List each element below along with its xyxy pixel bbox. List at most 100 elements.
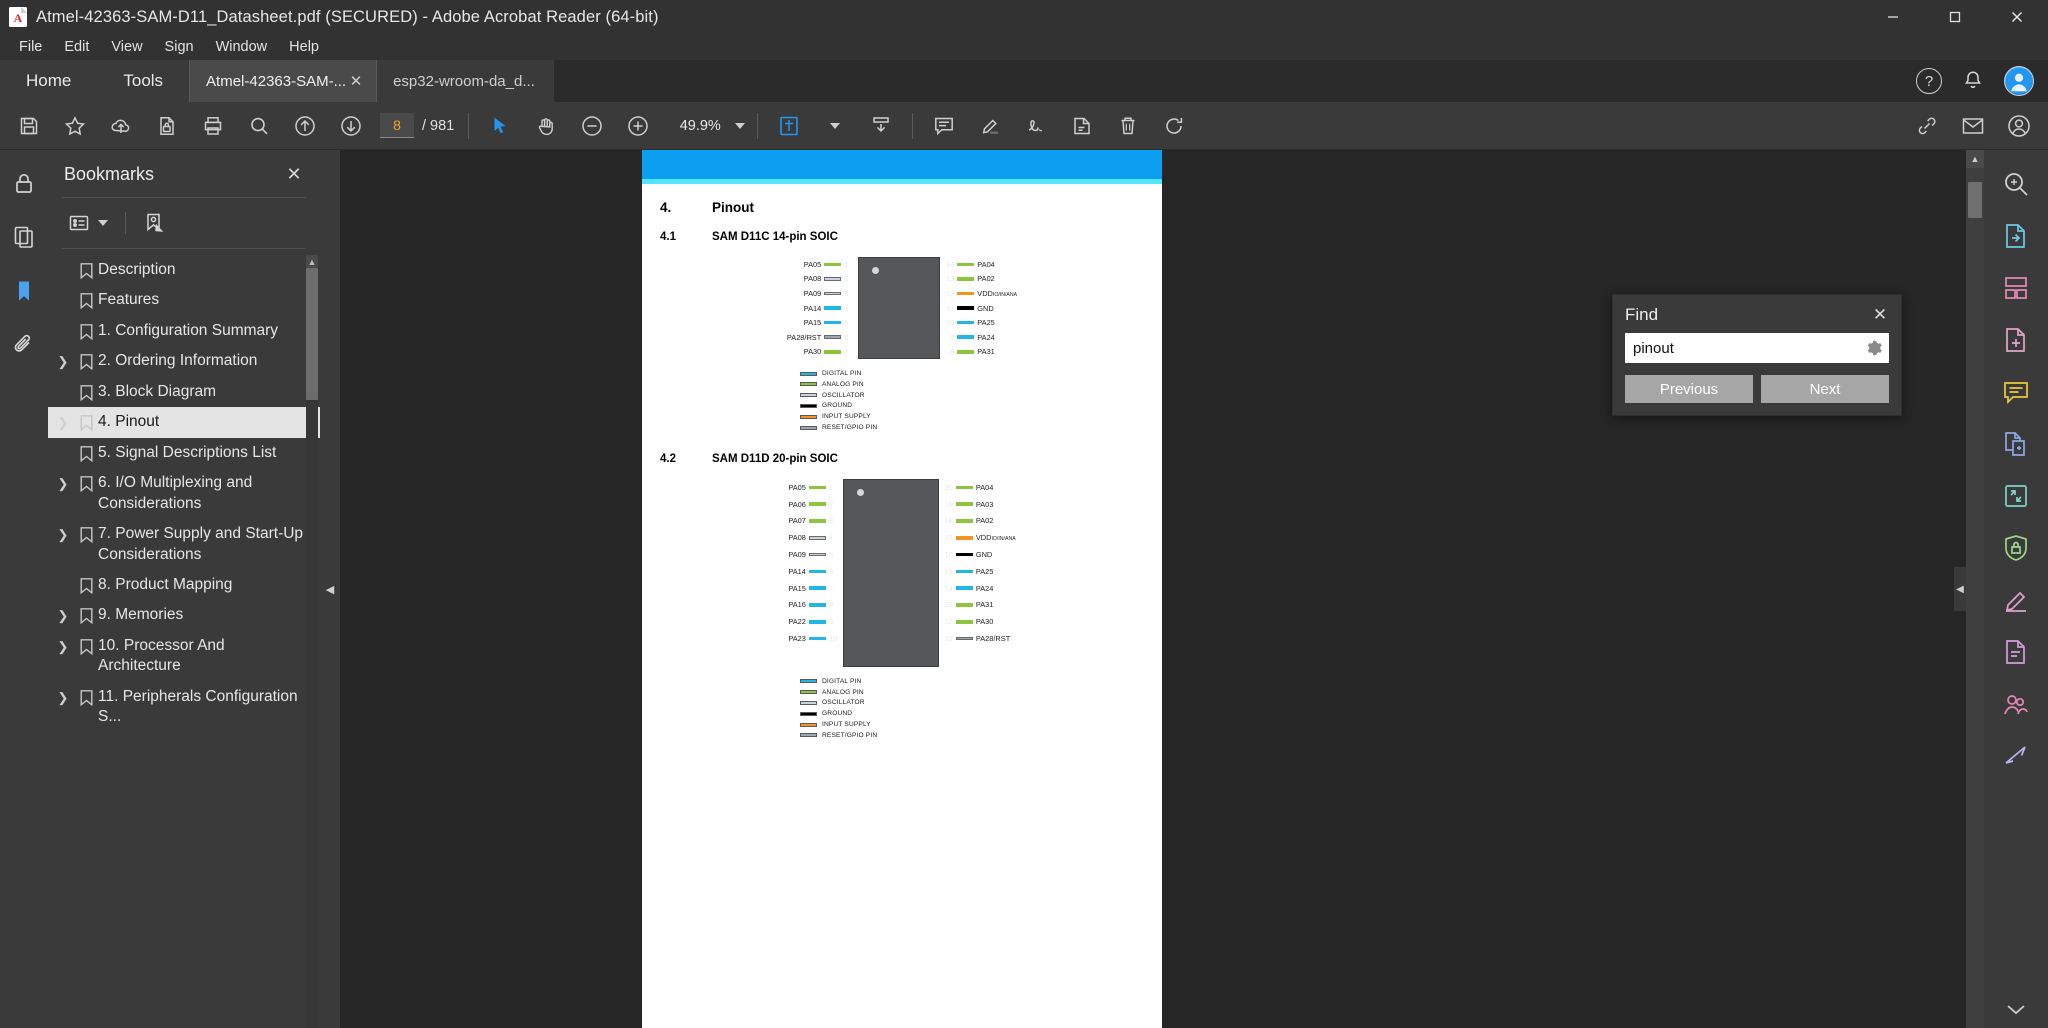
bookmark-item[interactable]: Description xyxy=(48,255,320,285)
find-input[interactable] xyxy=(1633,339,1865,357)
pdf-viewer[interactable]: 4. Pinout 4.1 SAM D11C 14-pin SOIC PA05 1… xyxy=(340,150,1984,1028)
zoom-preset-caret-icon[interactable] xyxy=(812,106,858,146)
scroll-up-icon[interactable]: ▲ xyxy=(1966,150,1984,168)
document-tab-esp32[interactable]: esp32-wroom-da_d... xyxy=(376,60,555,102)
zoom-control[interactable]: 49.9% xyxy=(669,118,746,134)
select-tool-icon[interactable] xyxy=(477,106,523,146)
menu-window[interactable]: Window xyxy=(205,36,279,58)
tab-home[interactable]: Home xyxy=(0,60,97,102)
lock-icon[interactable] xyxy=(7,166,41,200)
search-enhanced-icon[interactable] xyxy=(1996,164,2036,204)
find-next-button[interactable]: Next xyxy=(1761,375,1889,403)
print-icon[interactable] xyxy=(190,106,236,146)
secure-document-icon[interactable] xyxy=(144,106,190,146)
more-tools-icon[interactable] xyxy=(2003,999,2029,1028)
viewer-scrollbar[interactable]: ▲ xyxy=(1966,150,1984,1028)
panel-collapse-handle[interactable]: ◀ xyxy=(320,150,340,1028)
expand-chevron-icon[interactable]: ❯ xyxy=(52,687,74,706)
bookmarks-icon[interactable] xyxy=(7,274,41,308)
highlight-icon[interactable] xyxy=(967,106,1013,146)
link-icon[interactable] xyxy=(1904,106,1950,146)
notification-bell-icon[interactable] xyxy=(1962,69,1984,94)
bookmarks-list[interactable]: Description Features 1. Configuration Su… xyxy=(48,249,320,1028)
bookmark-item[interactable]: ❯ 9. Memories xyxy=(48,600,320,630)
find-previous-button[interactable]: Previous xyxy=(1625,375,1753,403)
find-input-wrapper[interactable] xyxy=(1625,333,1889,363)
gear-icon[interactable] xyxy=(1865,339,1883,357)
minimize-button[interactable] xyxy=(1862,0,1924,34)
comment-panel-icon[interactable] xyxy=(1996,372,2036,412)
next-page-icon[interactable] xyxy=(328,106,374,146)
bookmark-item[interactable]: 1. Configuration Summary xyxy=(48,316,320,346)
rotate-icon[interactable] xyxy=(1151,106,1197,146)
close-icon[interactable]: ✕ xyxy=(346,72,366,90)
menu-help[interactable]: Help xyxy=(278,36,330,58)
zoom-in-icon[interactable] xyxy=(615,106,661,146)
page-thumbnails-icon[interactable] xyxy=(7,220,41,254)
help-icon[interactable]: ? xyxy=(1916,68,1942,94)
new-bookmark-icon[interactable] xyxy=(138,208,170,238)
combine-files-icon[interactable] xyxy=(1996,424,2036,464)
edit-pdf-icon[interactable] xyxy=(1996,632,2036,672)
delete-icon[interactable] xyxy=(1105,106,1151,146)
previous-page-icon[interactable] xyxy=(282,106,328,146)
scroll-up-icon[interactable]: ▲ xyxy=(306,255,318,268)
protect-icon[interactable] xyxy=(1996,528,2036,568)
share-icon[interactable] xyxy=(1996,736,2036,776)
expand-chevron-icon[interactable]: ❯ xyxy=(52,473,74,492)
menu-file[interactable]: File xyxy=(8,36,53,58)
save-icon[interactable] xyxy=(6,106,52,146)
bookmark-item[interactable]: 3. Block Diagram xyxy=(48,377,320,407)
compress-pdf-icon[interactable] xyxy=(1996,476,2036,516)
expand-chevron-icon[interactable]: ❯ xyxy=(52,636,74,655)
menu-sign[interactable]: Sign xyxy=(154,36,205,58)
bookmark-item[interactable]: 5. Signal Descriptions List xyxy=(48,438,320,468)
hand-tool-icon[interactable] xyxy=(523,106,569,146)
expand-chevron-icon[interactable]: ❯ xyxy=(52,412,74,431)
stamp-icon[interactable] xyxy=(1059,106,1105,146)
export-pdf-icon[interactable] xyxy=(1996,216,2036,256)
star-icon[interactable] xyxy=(52,106,98,146)
scrollbar-thumb[interactable] xyxy=(306,268,318,400)
bookmark-item[interactable]: Features xyxy=(48,285,320,315)
email-icon[interactable] xyxy=(1950,106,1996,146)
tab-tools[interactable]: Tools xyxy=(97,60,189,102)
document-tab-atmel[interactable]: Atmel-42363-SAM-... ✕ xyxy=(189,60,377,102)
bookmark-item[interactable]: ❯ 7. Power Supply and Start-Up Considera… xyxy=(48,519,320,570)
menu-view[interactable]: View xyxy=(100,36,153,58)
create-pdf-icon[interactable] xyxy=(1996,320,2036,360)
zoom-out-icon[interactable] xyxy=(569,106,615,146)
bookmarks-scrollbar[interactable]: ▲ xyxy=(306,255,318,1028)
bookmark-item[interactable]: ❯ 11. Peripherals Configuration S... xyxy=(48,682,320,733)
sign-icon[interactable] xyxy=(1013,106,1059,146)
maximize-button[interactable] xyxy=(1924,0,1986,34)
expand-chevron-icon[interactable]: ❯ xyxy=(52,351,74,370)
chevron-down-icon[interactable] xyxy=(735,122,746,129)
page-number-input[interactable] xyxy=(380,113,414,138)
close-icon[interactable]: ✕ xyxy=(1869,305,1891,325)
cloud-upload-icon[interactable] xyxy=(98,106,144,146)
attachments-icon[interactable] xyxy=(7,328,41,362)
bookmark-item[interactable]: ❯ 10. Processor And Architecture xyxy=(48,631,320,682)
viewer-collapse-handle[interactable]: ◀ xyxy=(1954,567,1966,611)
scan-ocr-icon[interactable] xyxy=(1996,684,2036,724)
menu-edit[interactable]: Edit xyxy=(53,36,100,58)
close-icon[interactable]: ✕ xyxy=(282,164,306,185)
bookmark-item[interactable]: 8. Product Mapping xyxy=(48,570,320,600)
scrollbar-thumb[interactable] xyxy=(1968,182,1982,218)
fit-page-icon[interactable] xyxy=(766,106,812,146)
bookmark-options-icon[interactable] xyxy=(64,210,113,236)
search-icon[interactable] xyxy=(236,106,282,146)
bookmark-item[interactable]: ❯ 2. Ordering Information xyxy=(48,346,320,376)
close-button[interactable] xyxy=(1986,0,2048,34)
comment-icon[interactable] xyxy=(921,106,967,146)
scroll-mode-icon[interactable] xyxy=(858,106,904,146)
expand-chevron-icon[interactable]: ❯ xyxy=(52,524,74,543)
bookmark-item[interactable]: ❯ 6. I/O Multiplexing and Considerations xyxy=(48,468,320,519)
avatar[interactable] xyxy=(2004,66,2034,96)
account-icon[interactable] xyxy=(1996,106,2042,146)
bookmark-item-pinout[interactable]: ❯ 4. Pinout xyxy=(48,407,320,438)
organize-pages-icon[interactable] xyxy=(1996,268,2036,308)
fill-sign-icon[interactable] xyxy=(1996,580,2036,620)
expand-chevron-icon[interactable]: ❯ xyxy=(52,605,74,624)
